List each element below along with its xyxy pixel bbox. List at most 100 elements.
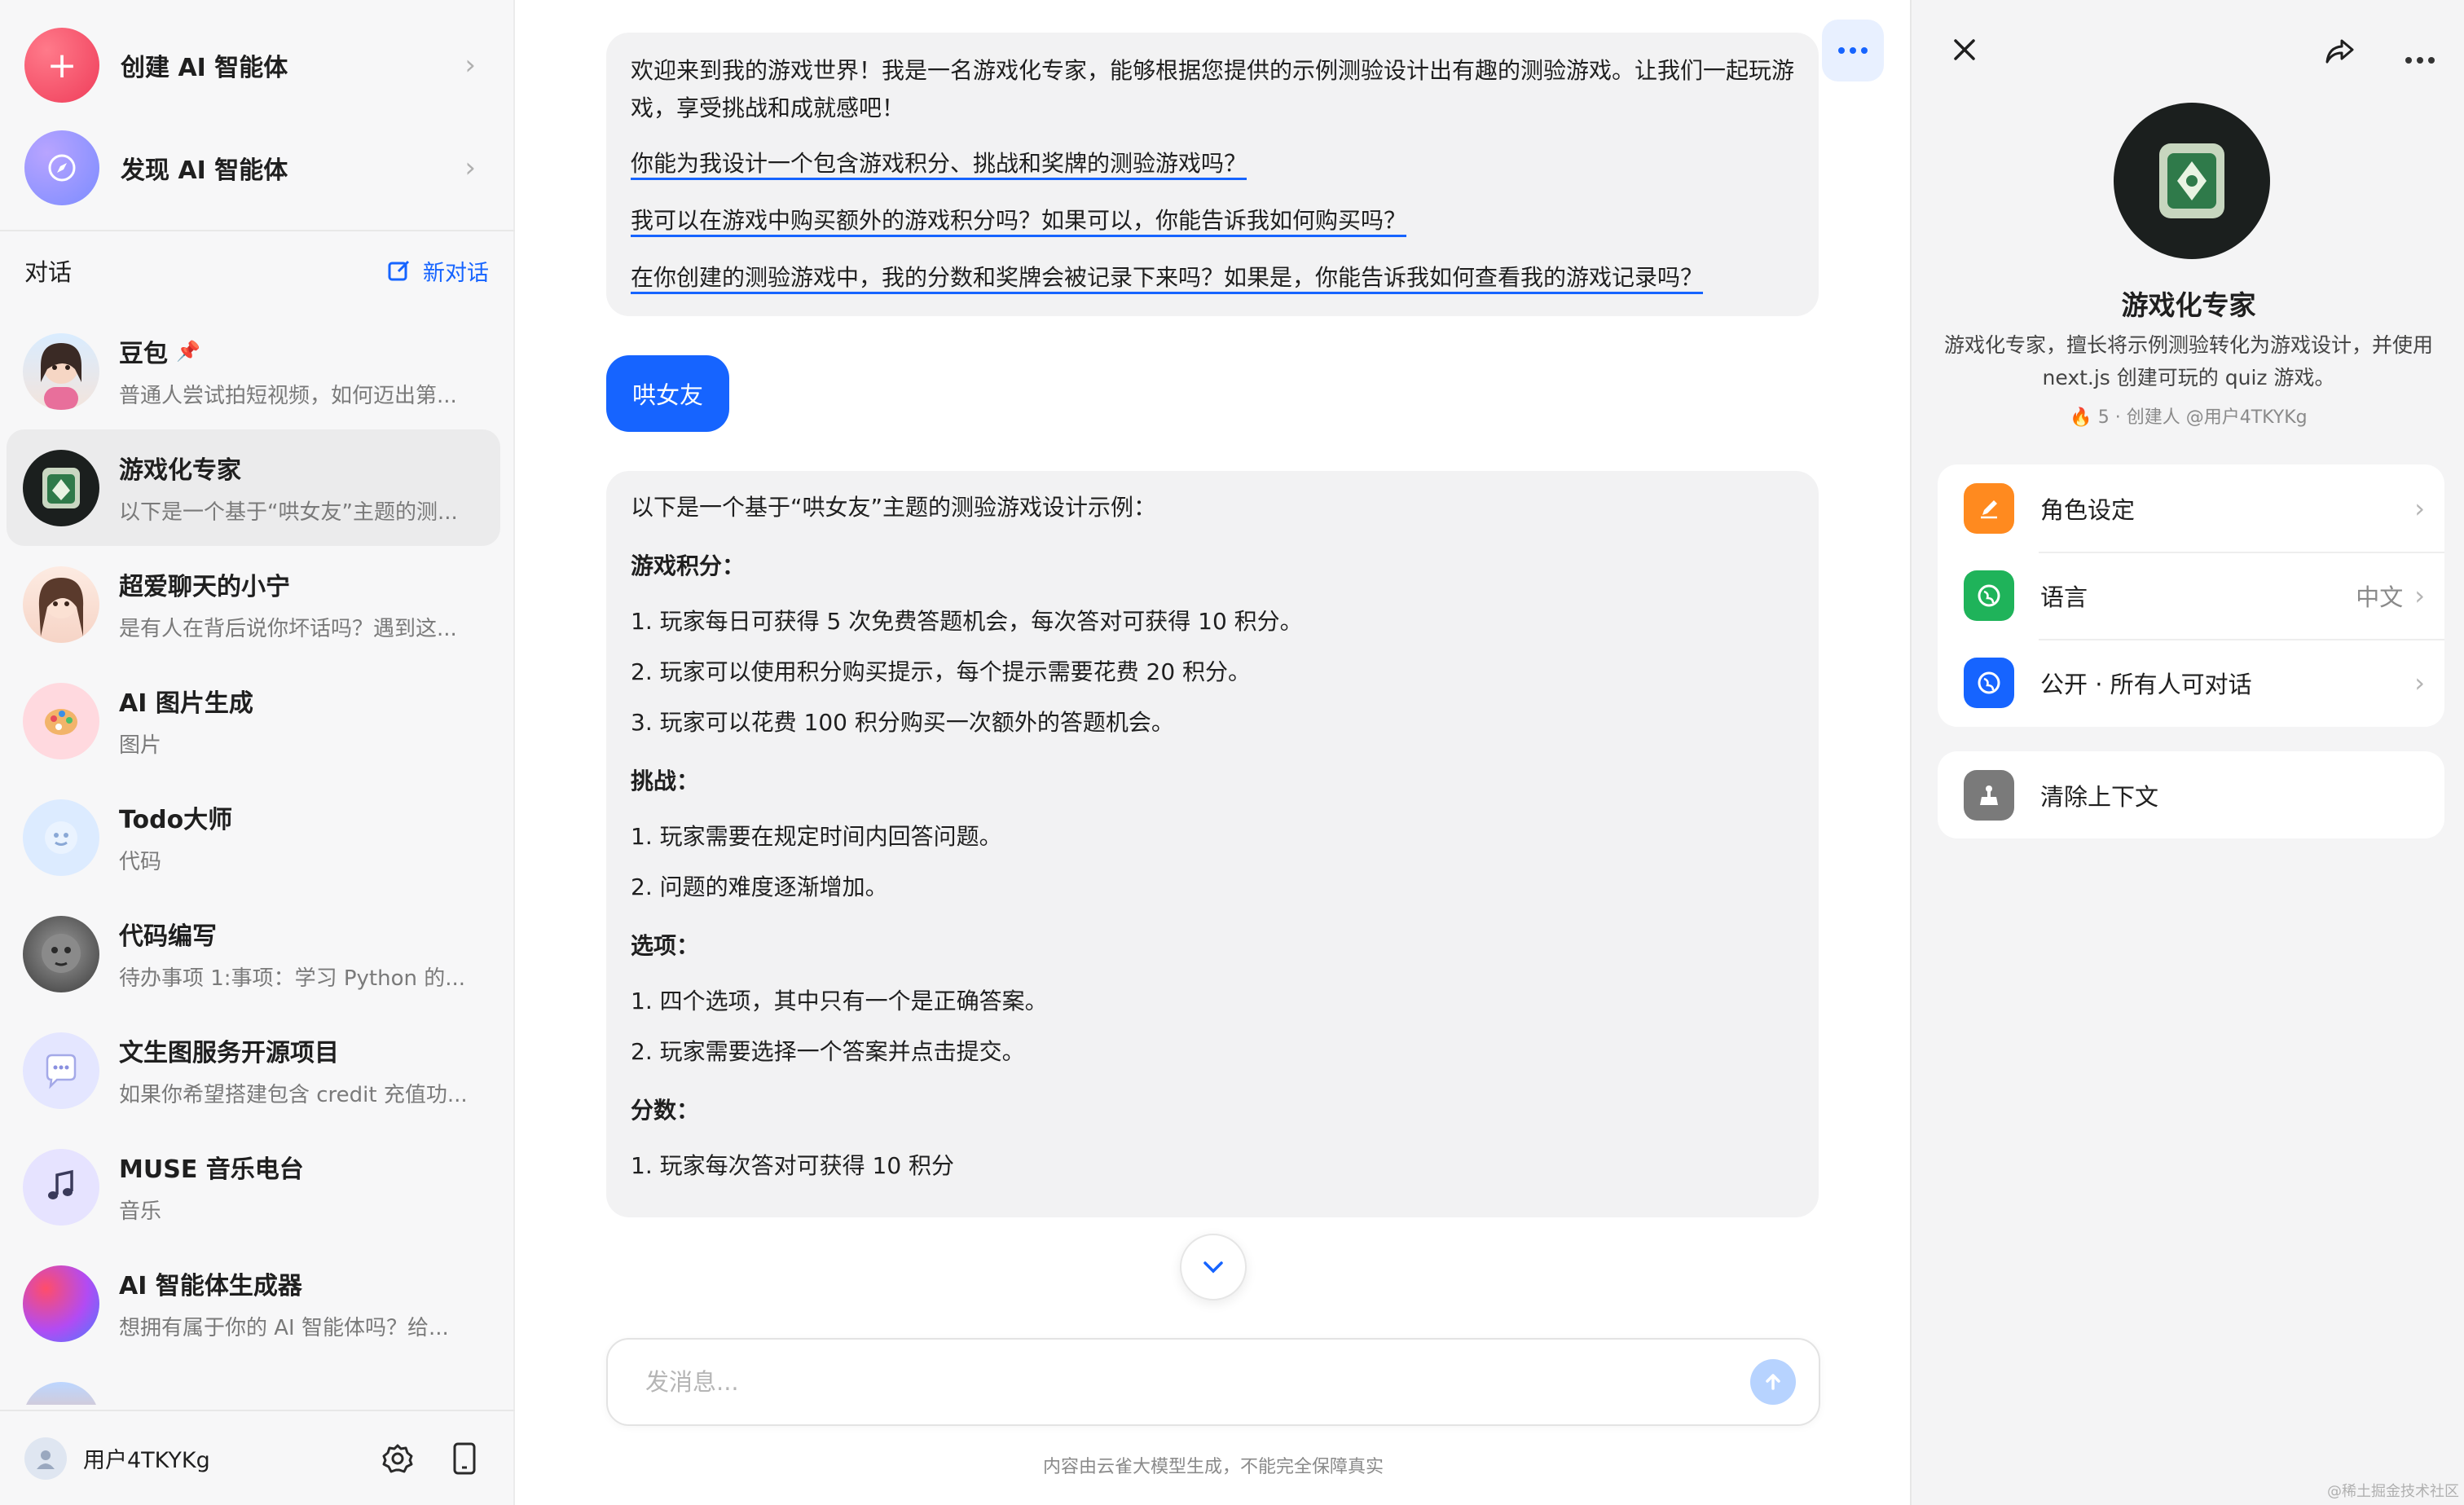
new-chat-button[interactable]: 新对话 — [387, 255, 489, 287]
setting-label: 角色设定 — [2040, 495, 2136, 524]
sidebar-footer: 用户4TKYKg — [0, 1410, 515, 1505]
conversation-item-ai-image[interactable]: AI 图片生成 图片 — [7, 662, 500, 779]
user-avatar-icon[interactable] — [24, 1437, 67, 1480]
setting-row-role[interactable]: 角色设定 › — [1938, 464, 2444, 552]
section-list: 1. 四个选项，其中只有一个是正确答案。 2. 玩家需要选择一个答案并点击提交。 — [631, 983, 1794, 1071]
setting-value: 中文 — [2356, 583, 2404, 611]
avatar — [23, 565, 99, 643]
list-item: 2. 玩家需要选择一个答案并点击提交。 — [631, 1038, 1025, 1065]
pin-icon: 📌 — [176, 340, 200, 363]
edit-icon — [388, 260, 410, 281]
broom-icon — [1964, 769, 2014, 821]
section-list: 1. 玩家每次答对可获得 10 积分 — [631, 1147, 1794, 1185]
bot-meta-text: 5 · 创建人 @用户4TKYKg — [2097, 407, 2308, 428]
conversation-preview: 是有人在背后说你坏话吗？遇到这... — [119, 617, 457, 641]
chevron-right-icon: › — [464, 152, 476, 184]
conversation-name: Todo大师 — [119, 806, 233, 834]
chevron-right-icon: › — [2414, 667, 2425, 698]
create-agent-button[interactable]: + 创建 AI 智能体 › — [11, 16, 500, 114]
list-item: 3. 玩家可以花费 100 积分购买一次额外的答题机会。 — [631, 709, 1174, 736]
comic-icon — [23, 1381, 99, 1405]
globe-icon — [1964, 657, 2014, 708]
close-icon[interactable] — [1951, 36, 1978, 67]
conversation-preview: 音乐 — [119, 1199, 162, 1224]
response-intro: 以下是一个基于“哄女友”主题的测验游戏设计示例： — [631, 494, 1157, 521]
conversation-name: 代码编写 — [119, 922, 217, 951]
disclaimer-text: 内容由云雀大模型生成，不能完全保障真实 — [1042, 1457, 1384, 1477]
conversation-preview: 想拥有属于你的 AI 智能体吗？给... — [119, 1316, 449, 1340]
conversation-item-agent-generator[interactable]: AI 智能体生成器 想拥有属于你的 AI 智能体吗？给... — [7, 1245, 500, 1362]
settings-card: 角色设定 › 语言 中文 › 公开 · 所有人可对话 › — [1938, 464, 2444, 727]
discover-agent-label: 发现 AI 智能体 — [121, 156, 288, 185]
bot-response: 以下是一个基于“哄女友”主题的测验游戏设计示例： 游戏积分： 1. 玩家每日可获… — [606, 471, 1819, 1217]
settings-gear-icon[interactable] — [381, 1442, 414, 1475]
more-menu-icon[interactable] — [2404, 36, 2436, 72]
suggested-question[interactable]: 我可以在游戏中购买额外的游戏积分吗？如果可以，你能告诉我如何购买吗？ — [631, 202, 1794, 240]
divider — [0, 230, 515, 231]
create-agent-label: 创建 AI 智能体 — [121, 54, 288, 82]
send-button[interactable] — [1750, 1359, 1796, 1405]
conversation-item-doubao[interactable]: 豆包 📌 普通人尝试拍短视频，如何迈出第... — [7, 313, 500, 429]
mobile-phone-icon[interactable] — [451, 1441, 477, 1476]
conversation-name: 超爱聊天的小宁 — [119, 573, 290, 601]
conversation-item-code-writing[interactable]: 代码编写 待办事项 1:事项：学习 Python 的... — [7, 896, 500, 1012]
setting-row-language[interactable]: 语言 中文 › — [1938, 552, 2444, 639]
conversation-item-muse-radio[interactable]: MUSE 音乐电台 音乐 — [7, 1129, 500, 1245]
list-item: 2. 问题的难度逐渐增加。 — [631, 874, 888, 900]
new-chat-label: 新对话 — [423, 260, 489, 286]
conversation-item-todo-master[interactable]: Todo大师 代码 — [7, 779, 500, 896]
conversation-list: 豆包 📌 普通人尝试拍短视频，如何迈出第... 游戏化专家 以下是一个基于“哄女友… — [7, 313, 500, 1405]
list-item: 1. 玩家需要在规定时间内回答问题。 — [631, 823, 1002, 850]
pencil-icon — [1964, 482, 2014, 534]
chat-bubble-icon — [23, 1032, 99, 1109]
clear-context-label: 清除上下文 — [2040, 782, 2159, 811]
conversation-preview: 代码 — [119, 850, 162, 874]
section-heading: 分数： — [631, 1097, 700, 1124]
avatar — [23, 332, 99, 410]
user-message: 哄女友 — [606, 355, 730, 432]
conversation-name: 文生图服务开源项目 — [119, 1039, 339, 1067]
avatar — [23, 449, 99, 526]
discover-agent-button[interactable]: 发现 AI 智能体 › — [11, 119, 500, 217]
palette-icon — [23, 682, 99, 759]
conversations-title: 对话 — [24, 258, 73, 286]
message-input[interactable] — [645, 1368, 1750, 1396]
bot-description: 游戏化专家，擅长将示例测验转化为游戏设计，并使用 next.js 创建可玩的 q… — [1944, 333, 2434, 389]
conversation-item-game-expert[interactable]: 游戏化专家 以下是一个基于“哄女友”主题的测... — [7, 429, 500, 546]
setting-row-visibility[interactable]: 公开 · 所有人可对话 › — [1938, 639, 2444, 726]
music-note-icon — [23, 1148, 99, 1226]
conversation-item-xiaoning[interactable]: 超爱聊天的小宁 是有人在背后说你坏话吗？遇到这... — [7, 546, 500, 662]
suggested-question[interactable]: 你能为我设计一个包含游戏积分、挑战和奖牌的测验游戏吗？ — [631, 145, 1794, 183]
globe-icon — [1964, 570, 2014, 621]
chevron-down-icon — [1203, 1261, 1223, 1274]
scroll-to-bottom-button[interactable] — [1180, 1234, 1247, 1300]
chevron-right-icon: › — [2414, 579, 2425, 611]
user-name[interactable]: 用户4TKYKg — [83, 1442, 381, 1474]
conversation-name: AI 漫画生成 — [119, 1397, 486, 1406]
conversation-item-t2i-opensource[interactable]: 文生图服务开源项目 如果你希望搭建包含 credit 充值功... — [7, 1012, 500, 1129]
list-item: 1. 四个选项，其中只有一个是正确答案。 — [631, 988, 1048, 1014]
bot-meta: 🔥 5 · 创建人 @用户4TKYKg — [1912, 403, 2464, 429]
list-item: 1. 玩家每次答对可获得 10 积分 — [631, 1152, 955, 1179]
more-options-button[interactable] — [1822, 20, 1884, 81]
section-list: 1. 玩家需要在规定时间内回答问题。 2. 问题的难度逐渐增加。 — [631, 818, 1794, 906]
setting-label: 公开 · 所有人可对话 — [2040, 670, 2252, 698]
gradient-orb-icon — [23, 1265, 99, 1342]
conversation-name: 游戏化专家 — [119, 456, 241, 485]
share-icon[interactable] — [2324, 37, 2355, 68]
conversation-preview: 图片 — [119, 733, 162, 758]
section-heading: 挑战： — [631, 768, 700, 794]
message-input-box[interactable] — [606, 1338, 1820, 1426]
conversations-header: 对话 新对话 — [24, 253, 489, 288]
fire-icon: 🔥 — [2070, 407, 2092, 428]
plus-icon: + — [24, 28, 99, 103]
welcome-message: 欢迎来到我的游戏世界！我是一名游戏化专家，能够根据您提供的示例测验设计出有趣的测… — [606, 33, 1819, 316]
message-list[interactable]: 欢迎来到我的游戏世界！我是一名游戏化专家，能够根据您提供的示例测验设计出有趣的测… — [606, 33, 1819, 1312]
conversation-name: AI 智能体生成器 — [119, 1272, 302, 1300]
conversation-name: MUSE 音乐电台 — [119, 1155, 304, 1184]
section-heading: 选项： — [631, 932, 700, 959]
suggested-question[interactable]: 在你创建的测验游戏中，我的分数和奖牌会被记录下来吗？如果是，你能告诉我如何查看我… — [631, 259, 1794, 297]
conversation-preview: 待办事项 1:事项：学习 Python 的... — [119, 966, 466, 991]
clear-context-button[interactable]: 清除上下文 — [1938, 751, 2444, 838]
conversation-item-ai-comic[interactable]: AI 漫画生成 — [7, 1362, 500, 1405]
